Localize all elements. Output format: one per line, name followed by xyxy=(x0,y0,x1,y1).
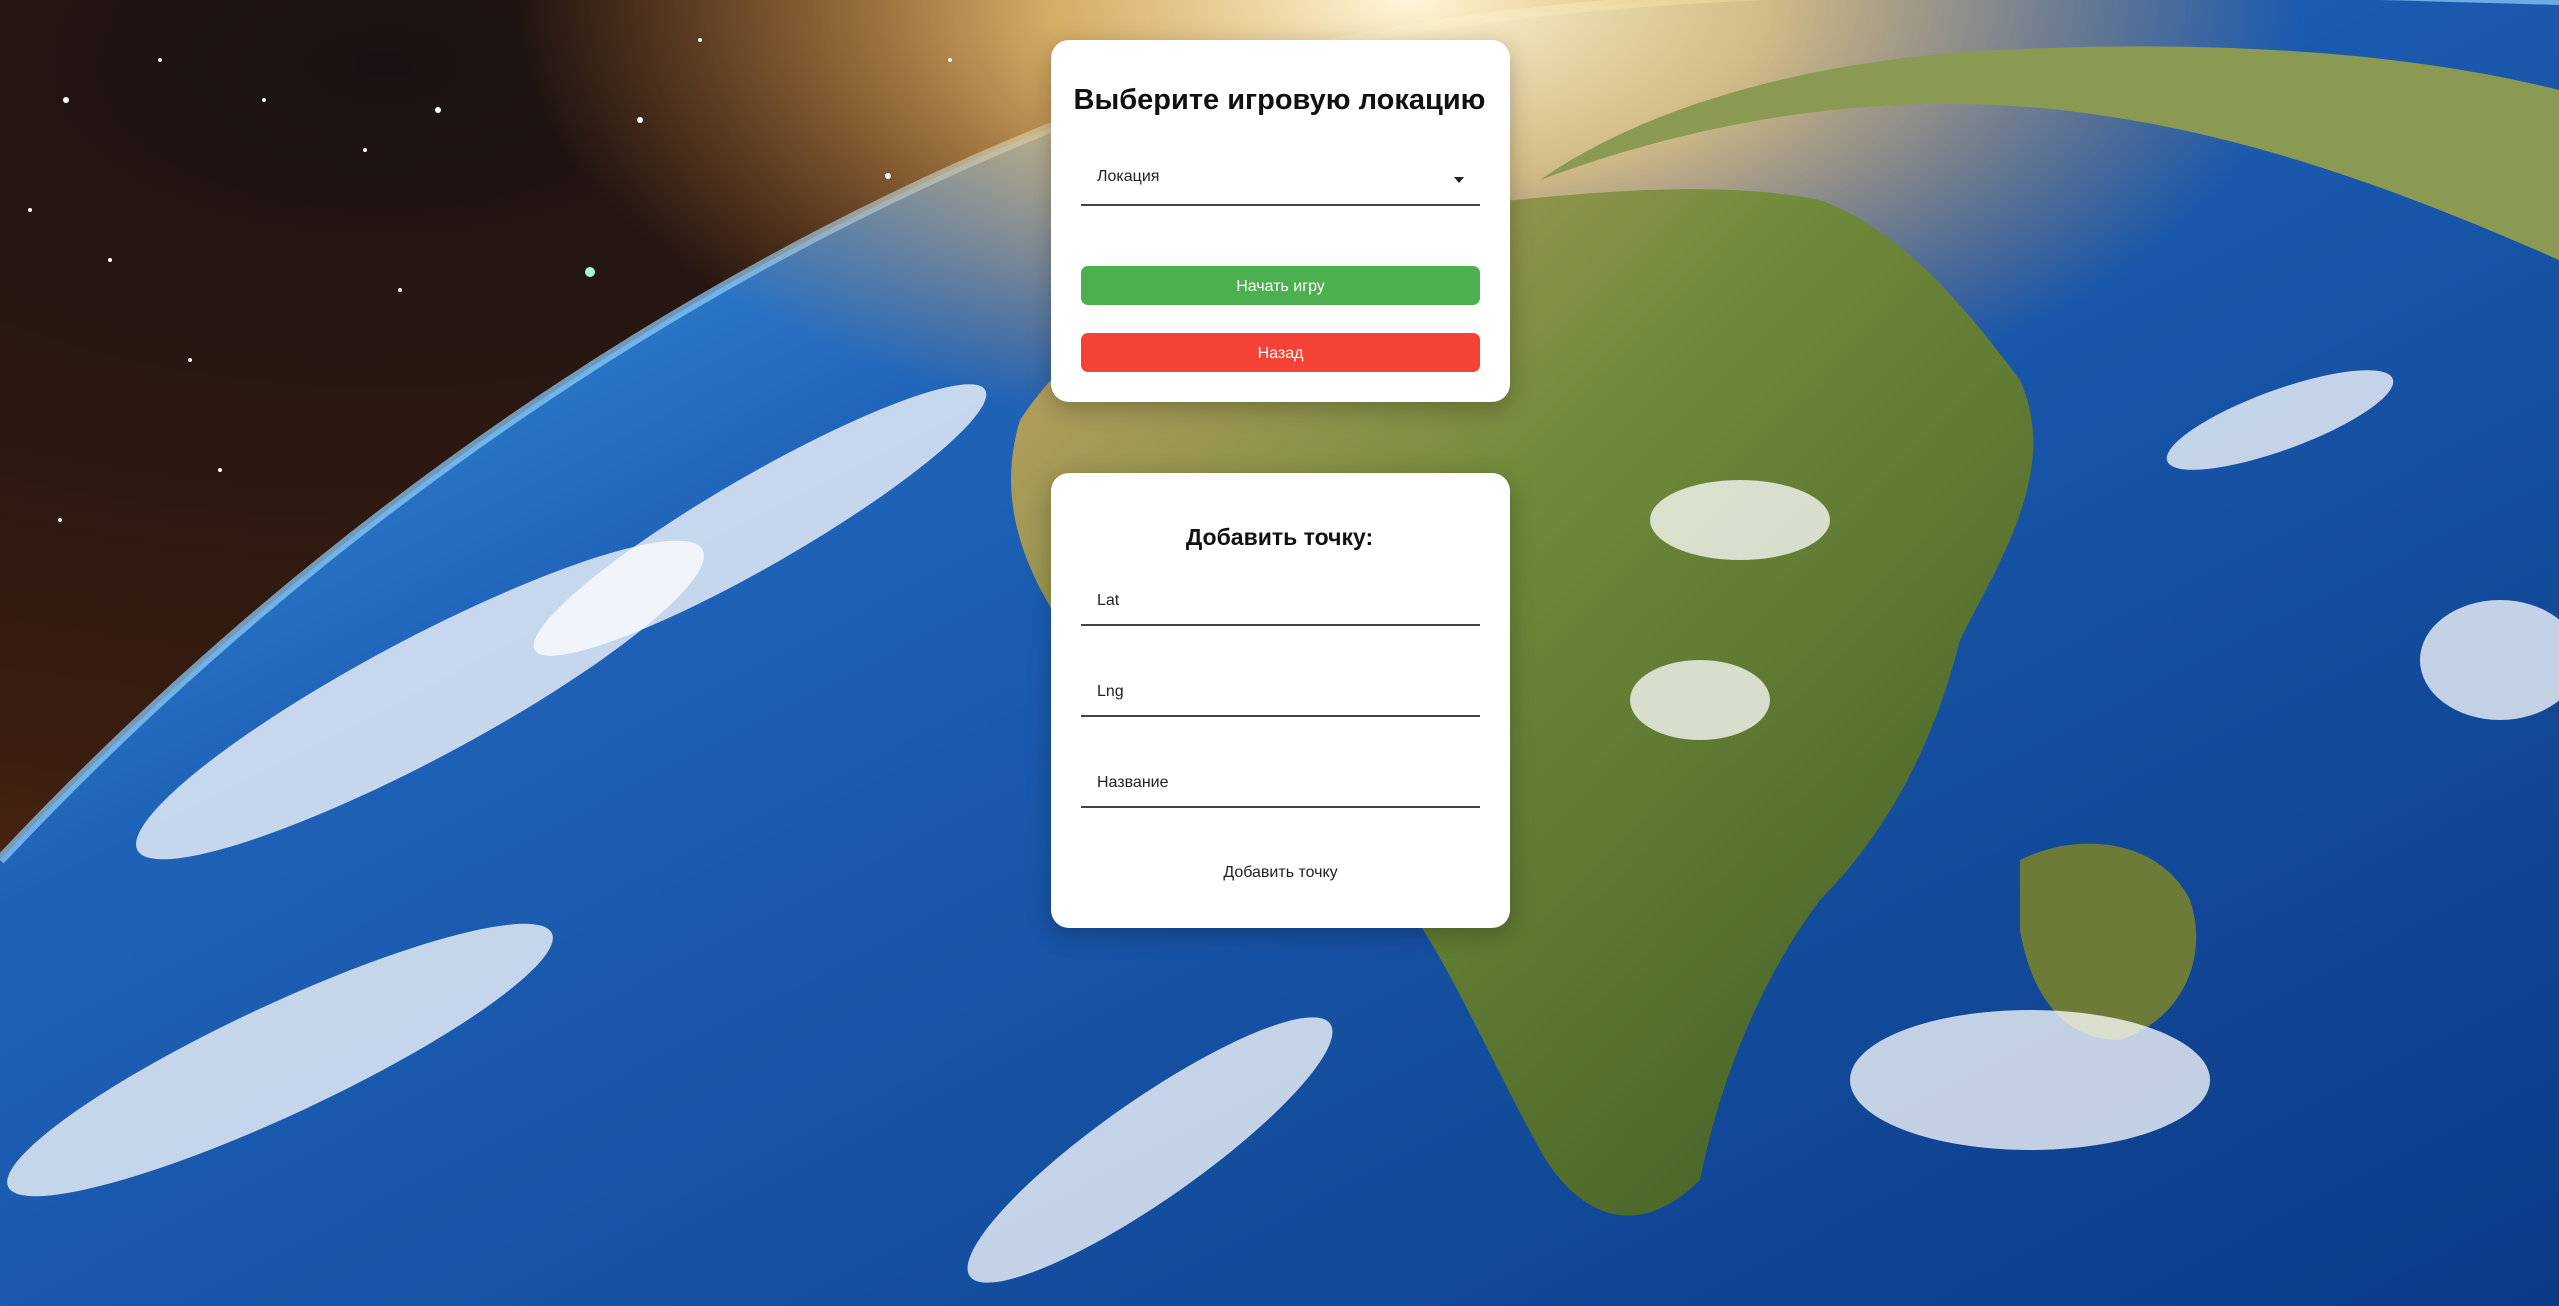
location-panel-title: Выберите игровую локацию xyxy=(1073,84,1486,116)
name-field xyxy=(1081,760,1480,808)
add-point-button[interactable]: Добавить точку xyxy=(1081,864,1480,882)
lat-field xyxy=(1081,578,1480,626)
location-select[interactable]: Локация xyxy=(1081,160,1480,206)
back-button[interactable]: Назад xyxy=(1081,333,1480,372)
lng-input[interactable] xyxy=(1081,669,1480,715)
add-point-panel-title: Добавить точку: xyxy=(1185,524,1374,550)
lng-field xyxy=(1081,669,1480,717)
name-input[interactable] xyxy=(1081,760,1480,806)
lat-input[interactable] xyxy=(1081,578,1480,624)
start-game-button[interactable]: Начать игру xyxy=(1081,266,1480,305)
caret-down-icon xyxy=(1454,177,1464,183)
location-select-value: Локация xyxy=(1097,168,1160,185)
